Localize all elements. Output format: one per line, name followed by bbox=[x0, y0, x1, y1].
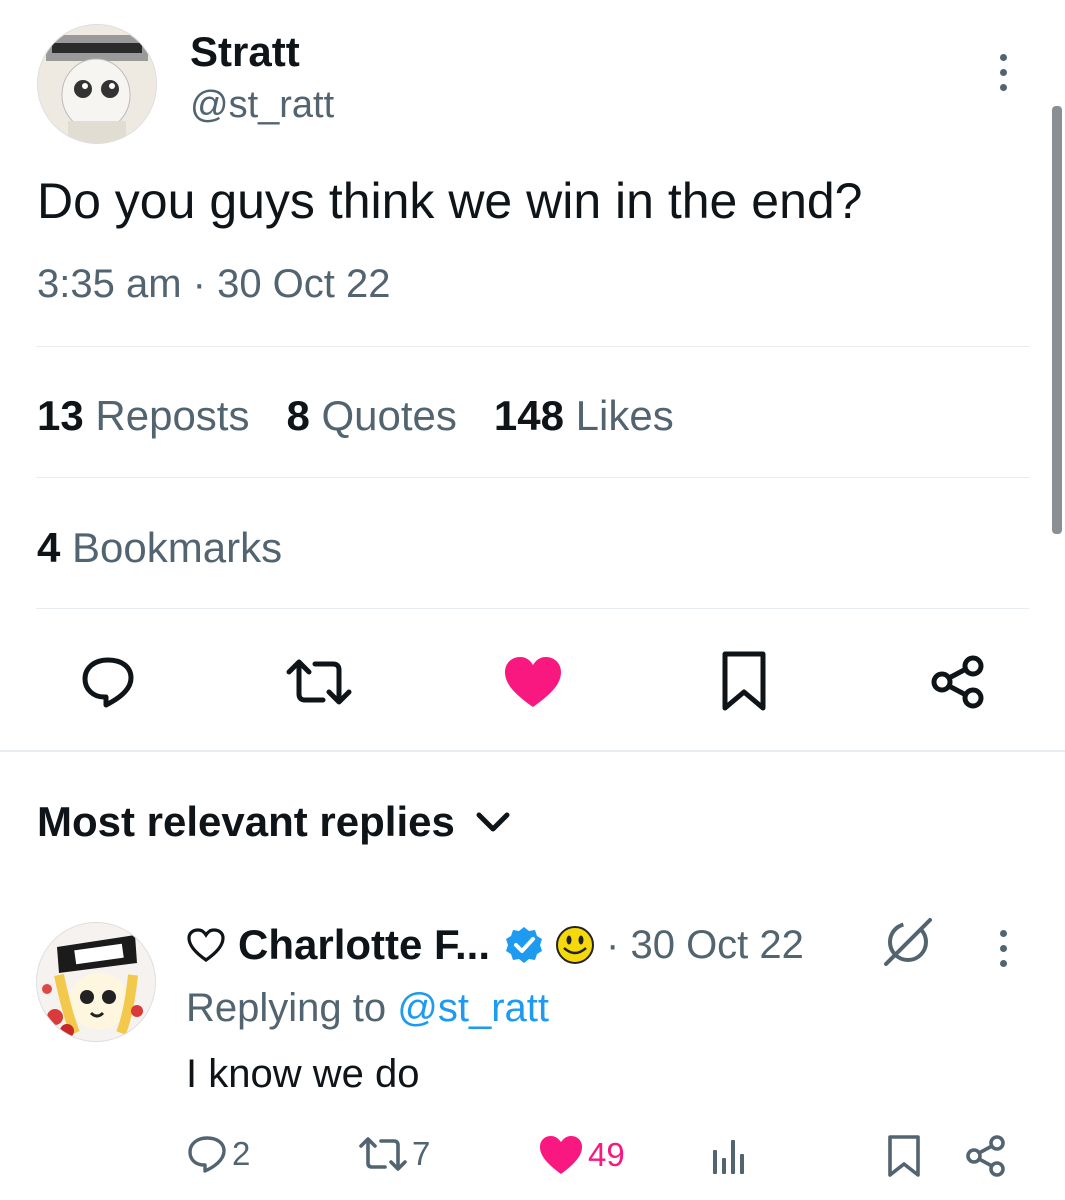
reply-header: Charlotte F... · 30 Oct 22 bbox=[186, 920, 804, 970]
reply-avatar-image bbox=[37, 923, 155, 1041]
reply-bookmark-button[interactable] bbox=[884, 1132, 924, 1180]
reply-reply-button[interactable]: 2 bbox=[186, 1134, 250, 1174]
reply-icon bbox=[188, 1136, 226, 1173]
reply-display-name[interactable]: Charlotte F... bbox=[238, 921, 490, 969]
reply-like-button[interactable]: 49 bbox=[538, 1134, 625, 1176]
replying-to-label: Replying to bbox=[186, 986, 387, 1030]
chevron-down-icon bbox=[476, 812, 510, 832]
verified-badge-icon bbox=[506, 927, 543, 963]
like-icon bbox=[540, 1136, 582, 1174]
likes-count: 148 bbox=[493, 392, 564, 439]
share-icon bbox=[966, 1135, 1005, 1177]
reply-button[interactable] bbox=[78, 652, 138, 712]
bookmarks-label: Bookmarks bbox=[72, 524, 283, 571]
replying-to-handle[interactable]: @st_ratt bbox=[397, 986, 549, 1030]
section-divider bbox=[0, 750, 1065, 752]
bookmark-icon bbox=[888, 1135, 920, 1177]
reply-reposts-count: 7 bbox=[412, 1135, 431, 1172]
scrollbar-thumb[interactable] bbox=[1052, 106, 1062, 534]
repost-button[interactable] bbox=[284, 652, 354, 712]
reply-avatar[interactable] bbox=[36, 922, 156, 1042]
replying-to-line: Replying to @st_ratt bbox=[186, 986, 549, 1031]
analytics-icon bbox=[713, 1140, 744, 1174]
smiley-badge-icon bbox=[556, 926, 595, 964]
divider-top bbox=[36, 346, 1029, 347]
reposts-count: 13 bbox=[37, 392, 84, 439]
divider-stats bbox=[36, 477, 1029, 478]
reposts-label: Reposts bbox=[95, 392, 250, 439]
divider-bookmarks bbox=[36, 608, 1029, 609]
quotes-stat[interactable]: 8 Quotes bbox=[286, 392, 456, 440]
grok-button[interactable] bbox=[880, 914, 936, 970]
grok-icon bbox=[884, 918, 932, 966]
replies-sort-toggle[interactable]: Most relevant replies bbox=[37, 798, 511, 846]
reply-icon bbox=[82, 657, 134, 708]
heart-outline-icon bbox=[187, 928, 225, 962]
reposts-stat[interactable]: 13 Reposts bbox=[37, 392, 249, 440]
bookmark-icon bbox=[722, 651, 766, 711]
bookmarks-stat[interactable]: 4 Bookmarks bbox=[37, 524, 282, 572]
reply-date[interactable]: · 30 Oct 22 bbox=[606, 923, 804, 968]
tweet-timestamp[interactable]: 3:35 am · 30 Oct 22 bbox=[37, 262, 391, 307]
author-handle[interactable]: @st_ratt bbox=[190, 84, 334, 127]
likes-label: Likes bbox=[575, 392, 674, 439]
quotes-label: Quotes bbox=[321, 392, 457, 439]
reply-share-button[interactable] bbox=[964, 1134, 1008, 1178]
reply-text: I know we do bbox=[186, 1052, 420, 1096]
likes-stat[interactable]: 148 Likes bbox=[494, 392, 674, 440]
share-icon bbox=[931, 655, 984, 709]
bookmark-button[interactable] bbox=[716, 648, 772, 714]
stats-row: 13 Reposts 8 Quotes 148 Likes bbox=[37, 392, 674, 440]
reply-more-options-icon[interactable] bbox=[1000, 930, 1007, 967]
like-icon bbox=[505, 657, 561, 707]
replies-section-title: Most relevant replies bbox=[37, 798, 455, 845]
author-avatar-image bbox=[38, 25, 156, 143]
repost-icon bbox=[286, 659, 352, 705]
repost-icon bbox=[359, 1137, 407, 1171]
bookmarks-count: 4 bbox=[37, 524, 61, 571]
author-display-name[interactable]: Stratt bbox=[190, 28, 300, 76]
reply-likes-count: 49 bbox=[588, 1136, 625, 1173]
reply-views-button[interactable] bbox=[706, 1134, 750, 1178]
quotes-count: 8 bbox=[286, 392, 310, 439]
like-button[interactable] bbox=[502, 652, 564, 712]
author-avatar[interactable] bbox=[37, 24, 157, 144]
share-button[interactable] bbox=[928, 652, 988, 712]
more-options-icon[interactable] bbox=[1000, 54, 1007, 91]
tweet-text: Do you guys think we win in the end? bbox=[37, 173, 863, 229]
reply-repost-button[interactable]: 7 bbox=[358, 1134, 430, 1174]
reply-replies-count: 2 bbox=[232, 1135, 251, 1172]
